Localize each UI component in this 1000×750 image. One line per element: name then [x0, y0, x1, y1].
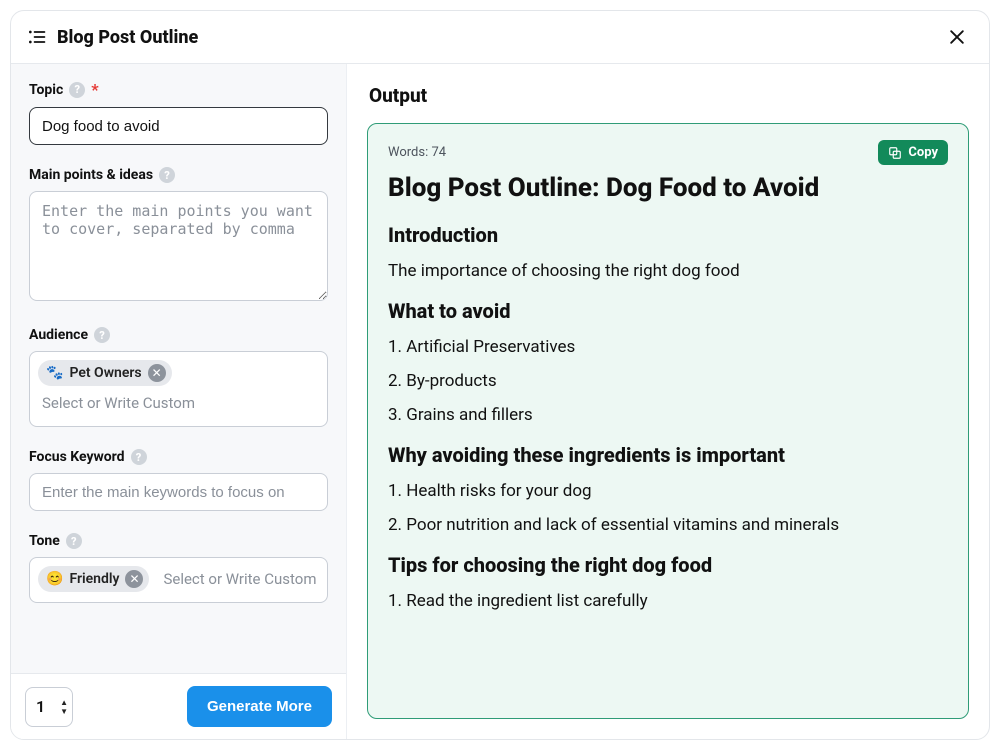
- topic-label: Topic: [29, 82, 63, 98]
- doc-title: Blog Post Outline: Dog Food to Avoid: [388, 173, 948, 203]
- output-panel: Output Words: 74 Copy: [347, 64, 989, 739]
- doc-list-item: 1. Artificial Preservatives: [388, 337, 948, 357]
- close-button[interactable]: [945, 25, 969, 49]
- audience-label: Audience: [29, 327, 88, 343]
- output-heading: Output: [369, 84, 967, 107]
- field-audience: Audience ? 🐾 Pet Owners ✕ Select or Writ…: [29, 327, 328, 427]
- titlebar-left: Blog Post Outline: [27, 27, 198, 48]
- field-focus-keyword: Focus Keyword ?: [29, 449, 328, 511]
- required-indicator: *: [91, 80, 98, 99]
- help-icon[interactable]: ?: [66, 533, 82, 549]
- copy-icon: [888, 146, 902, 160]
- quantity-up[interactable]: ▲: [60, 698, 68, 707]
- focus-keyword-input[interactable]: [29, 473, 328, 511]
- help-icon[interactable]: ?: [159, 167, 175, 183]
- audience-chip-text: Pet Owners: [69, 365, 141, 381]
- tone-chip: 😊 Friendly ✕: [38, 566, 149, 592]
- quantity-down[interactable]: ▼: [60, 707, 68, 716]
- topic-input[interactable]: [29, 107, 328, 145]
- form-bottombar: 1 ▲ ▼ Generate More: [11, 673, 346, 739]
- help-icon[interactable]: ?: [131, 449, 147, 465]
- copy-button[interactable]: Copy: [878, 140, 948, 165]
- tone-chip-text: Friendly: [69, 571, 119, 587]
- paw-icon: 🐾: [46, 365, 63, 381]
- tone-select[interactable]: 😊 Friendly ✕ Select or Write Custom: [29, 557, 328, 603]
- doc-section-heading: Tips for choosing the right dog food: [388, 553, 948, 577]
- quantity-stepper[interactable]: 1 ▲ ▼: [25, 687, 73, 727]
- audience-select[interactable]: 🐾 Pet Owners ✕ Select or Write Custom: [29, 351, 328, 427]
- focus-keyword-label: Focus Keyword: [29, 449, 125, 465]
- dialog-title: Blog Post Outline: [57, 27, 198, 48]
- doc-list-item: 3. Grains and fillers: [388, 405, 948, 425]
- doc-section-heading: What to avoid: [388, 299, 948, 323]
- doc-paragraph: The importance of choosing the right dog…: [388, 261, 948, 281]
- quantity-value: 1: [36, 697, 45, 716]
- help-icon[interactable]: ?: [94, 327, 110, 343]
- main-points-input[interactable]: [29, 191, 328, 301]
- dialog: Blog Post Outline Topic ? *: [10, 10, 990, 740]
- doc-section-heading: Introduction: [388, 223, 948, 247]
- field-topic: Topic ? *: [29, 80, 328, 145]
- body: Topic ? * Main points & ideas ?: [11, 64, 989, 739]
- word-count: Words: 74: [388, 145, 446, 160]
- remove-chip-button[interactable]: ✕: [148, 364, 166, 382]
- form-area: Topic ? * Main points & ideas ?: [11, 64, 346, 673]
- field-main-points: Main points & ideas ?: [29, 167, 328, 305]
- output-card: Words: 74 Copy Blog Post Outline: Dog Fo…: [367, 123, 969, 719]
- doc-list-item: 2. By-products: [388, 371, 948, 391]
- doc-section-heading: Why avoiding these ingredients is import…: [388, 443, 948, 467]
- output-document: Blog Post Outline: Dog Food to Avoid Int…: [388, 173, 948, 611]
- generate-button[interactable]: Generate More: [187, 686, 332, 727]
- main-points-label: Main points & ideas: [29, 167, 153, 183]
- doc-list-item: 2. Poor nutrition and lack of essential …: [388, 515, 948, 535]
- doc-list-item: 1. Health risks for your dog: [388, 481, 948, 501]
- help-icon[interactable]: ?: [69, 82, 85, 98]
- field-tone: Tone ? 😊 Friendly ✕ Select or Write Cust…: [29, 533, 328, 603]
- titlebar: Blog Post Outline: [11, 11, 989, 64]
- remove-chip-button[interactable]: ✕: [125, 570, 143, 588]
- tone-label: Tone: [29, 533, 60, 549]
- outline-icon: [27, 27, 47, 47]
- audience-placeholder: Select or Write Custom: [38, 388, 319, 418]
- doc-list-item: 1. Read the ingredient list carefully: [388, 591, 948, 611]
- form-panel: Topic ? * Main points & ideas ?: [11, 64, 347, 739]
- audience-chip: 🐾 Pet Owners ✕: [38, 360, 172, 386]
- copy-label: Copy: [908, 145, 938, 160]
- tone-placeholder: Select or Write Custom: [163, 570, 316, 588]
- smile-icon: 😊: [46, 571, 63, 587]
